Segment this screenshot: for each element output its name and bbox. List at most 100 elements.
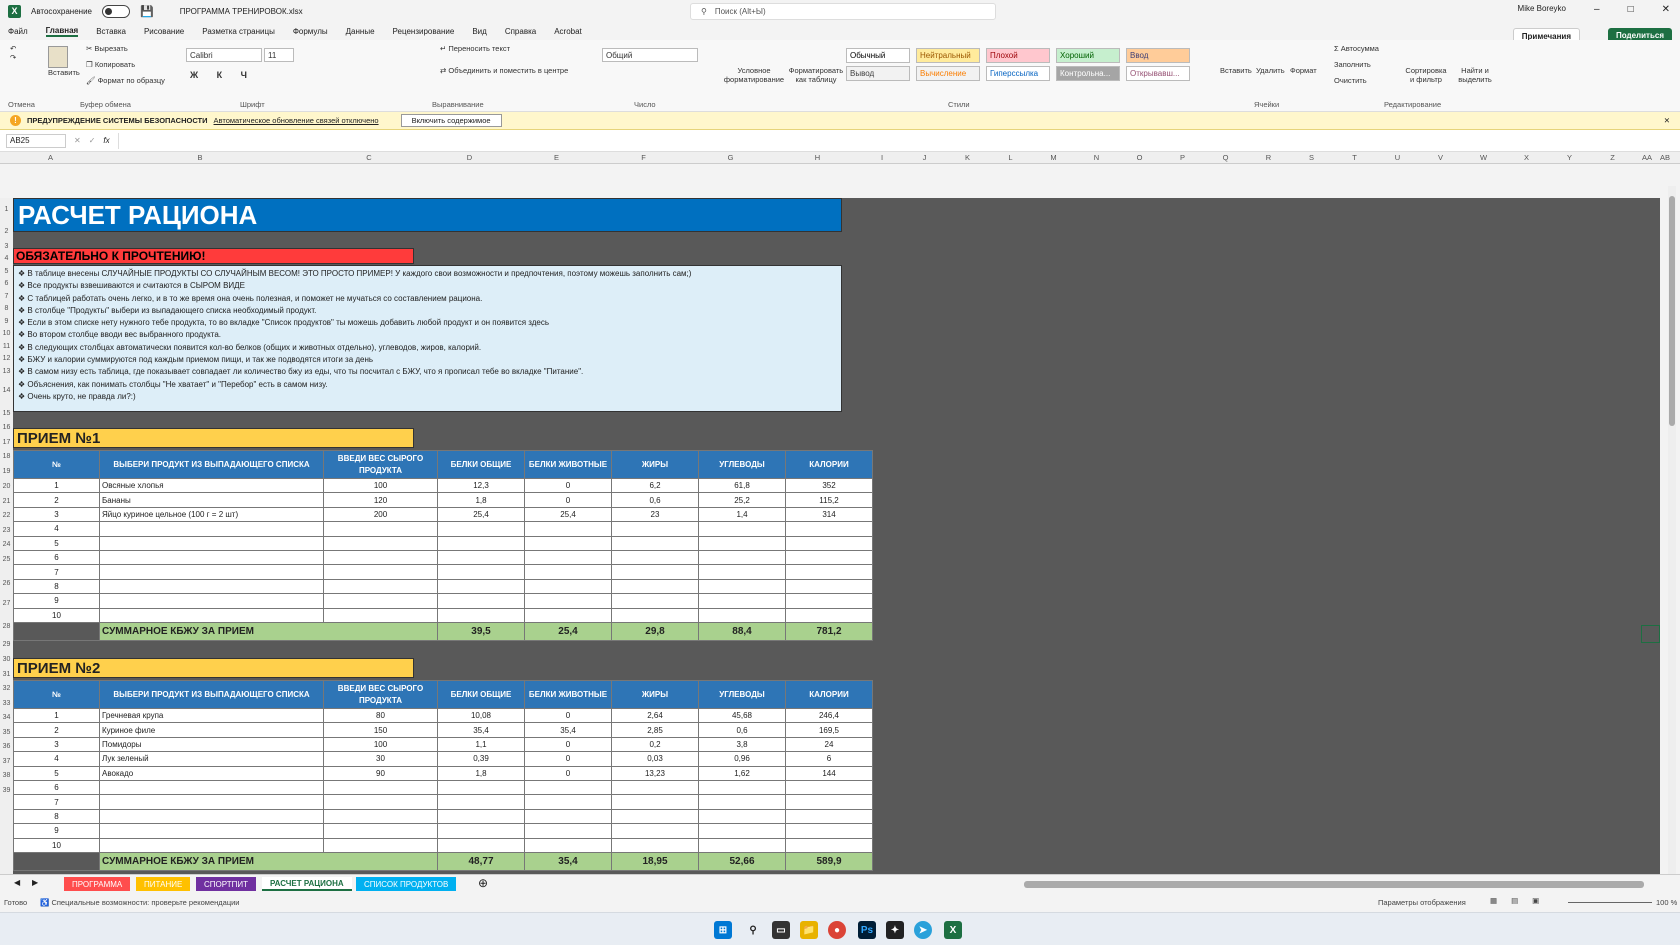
table-cell[interactable]: Бананы: [99, 492, 324, 508]
column-header[interactable]: КАЛОРИИ: [785, 450, 873, 479]
table-cell[interactable]: [698, 794, 786, 810]
col-header-B[interactable]: B: [88, 153, 312, 162]
photoshop-icon[interactable]: Ps: [858, 921, 876, 939]
row-header-26[interactable]: 26: [0, 580, 13, 587]
col-header-S[interactable]: S: [1290, 153, 1333, 162]
format-cells-button[interactable]: Формат: [1290, 66, 1317, 75]
summary-label[interactable]: СУММАРНОЕ КБЖУ ЗА ПРИЕМ: [99, 851, 438, 871]
column-header[interactable]: №: [13, 680, 100, 709]
column-header[interactable]: ЖИРЫ: [611, 680, 699, 709]
table-cell[interactable]: 1,4: [698, 506, 786, 523]
summary-value[interactable]: 39,5: [437, 621, 525, 641]
table-cell[interactable]: 35,4: [524, 722, 612, 738]
table-cell[interactable]: [437, 607, 525, 623]
cell-style-5[interactable]: Вывод: [846, 66, 910, 81]
col-header-R[interactable]: R: [1247, 153, 1290, 162]
row-header-13[interactable]: 13: [0, 368, 13, 375]
row-header-23[interactable]: 23: [0, 527, 13, 534]
clear-button[interactable]: Очистить: [1334, 76, 1367, 85]
table-cell[interactable]: 0,6: [611, 492, 699, 508]
menu-tab-9[interactable]: Справка: [505, 27, 536, 36]
table-cell[interactable]: [785, 808, 873, 825]
col-header-N[interactable]: N: [1075, 153, 1118, 162]
table-cell[interactable]: 246,4: [785, 707, 873, 724]
table-cell[interactable]: [99, 808, 324, 825]
zoom-slider[interactable]: [1568, 902, 1652, 903]
table-cell[interactable]: 150: [323, 722, 438, 738]
cell-style-6[interactable]: Вычисление: [916, 66, 980, 81]
table-cell[interactable]: [611, 521, 699, 537]
col-header-P[interactable]: P: [1161, 153, 1204, 162]
cell-style-9[interactable]: Открывавш...: [1126, 66, 1190, 81]
excel-taskbar-icon[interactable]: X: [944, 921, 962, 939]
table-cell[interactable]: 0,96: [698, 751, 786, 767]
table-cell[interactable]: [698, 808, 786, 825]
menu-tab-6[interactable]: Данные: [346, 27, 375, 36]
table-cell[interactable]: [99, 549, 324, 566]
table-cell[interactable]: [437, 535, 525, 551]
column-header[interactable]: УГЛЕВОДЫ: [698, 450, 786, 479]
table-cell[interactable]: [785, 794, 873, 810]
menu-tab-10[interactable]: Acrobat: [554, 27, 582, 36]
table-cell[interactable]: [611, 593, 699, 609]
table-cell[interactable]: [785, 823, 873, 839]
table-cell[interactable]: [99, 593, 324, 609]
table-cell[interactable]: 0: [524, 765, 612, 781]
table-cell[interactable]: Овсяные хлопья: [99, 477, 324, 494]
table-cell[interactable]: 8: [13, 578, 100, 595]
table-cell[interactable]: [524, 808, 612, 825]
table-cell[interactable]: 10,08: [437, 707, 525, 724]
col-header-L[interactable]: L: [989, 153, 1032, 162]
table-cell[interactable]: 5: [13, 765, 100, 781]
col-header-H[interactable]: H: [774, 153, 861, 162]
table-cell[interactable]: 90: [323, 765, 438, 781]
table-cell[interactable]: 144: [785, 765, 873, 781]
column-header[interactable]: БЕЛКИ ОБЩИЕ: [437, 450, 525, 479]
table-cell[interactable]: [785, 549, 873, 566]
cell-style-0[interactable]: Обычный: [846, 48, 910, 63]
row-header-10[interactable]: 10: [0, 330, 13, 337]
table-cell[interactable]: [524, 607, 612, 623]
col-header-V[interactable]: V: [1419, 153, 1462, 162]
table-cell[interactable]: Помидоры: [99, 736, 324, 753]
table-cell[interactable]: [698, 593, 786, 609]
view-mode-icons[interactable]: ▦▤▣: [1490, 896, 1553, 905]
cond-format-button[interactable]: Условное форматирование: [722, 66, 786, 84]
col-header-K[interactable]: K: [946, 153, 989, 162]
cell-style-8[interactable]: Контрольна...: [1056, 66, 1120, 81]
table-cell[interactable]: [323, 521, 438, 537]
table-cell[interactable]: [437, 564, 525, 580]
cell-style-2[interactable]: Плохой: [986, 48, 1050, 63]
table-cell[interactable]: 1,1: [437, 736, 525, 753]
row-header-14[interactable]: 14: [0, 387, 13, 394]
table-cell[interactable]: 0,6: [698, 722, 786, 738]
table-cell[interactable]: 6: [785, 751, 873, 767]
cancel-icon[interactable]: ✕: [74, 136, 81, 145]
table-cell[interactable]: [99, 779, 324, 796]
row-header-2[interactable]: 2: [0, 228, 13, 235]
table-cell[interactable]: [698, 607, 786, 623]
table-cell[interactable]: [437, 578, 525, 595]
table-cell[interactable]: [785, 779, 873, 796]
col-header-A[interactable]: A: [13, 153, 88, 162]
table-cell[interactable]: 10: [13, 837, 100, 853]
row-header-16[interactable]: 16: [0, 424, 13, 431]
row-header-21[interactable]: 21: [0, 498, 13, 505]
font-size-select[interactable]: 11: [264, 48, 294, 62]
row-header-33[interactable]: 33: [0, 700, 13, 707]
table-cell[interactable]: Яйцо куриное цельное (100 г = 2 шт): [99, 506, 324, 523]
table-cell[interactable]: 0,2: [611, 736, 699, 753]
menu-tab-4[interactable]: Разметка страницы: [202, 27, 275, 36]
row-header-24[interactable]: 24: [0, 541, 13, 548]
table-cell[interactable]: [99, 794, 324, 810]
column-header[interactable]: ЖИРЫ: [611, 450, 699, 479]
table-cell[interactable]: 45,68: [698, 707, 786, 724]
col-header-Q[interactable]: Q: [1204, 153, 1247, 162]
column-header[interactable]: ВЫБЕРИ ПРОДУКТ ИЗ ВЫПАДАЮЩЕГО СПИСКА: [99, 450, 324, 479]
format-painter-button[interactable]: 🖌 Формат по образцу: [86, 76, 165, 85]
cell-style-3[interactable]: Хороший: [1056, 48, 1120, 63]
cut-button[interactable]: ✂ Вырезать: [86, 44, 128, 53]
save-icon[interactable]: 💾: [140, 5, 154, 18]
autosave-toggle[interactable]: [101, 4, 130, 18]
sheet-tab-0[interactable]: ПРОГРАММА: [64, 877, 131, 891]
